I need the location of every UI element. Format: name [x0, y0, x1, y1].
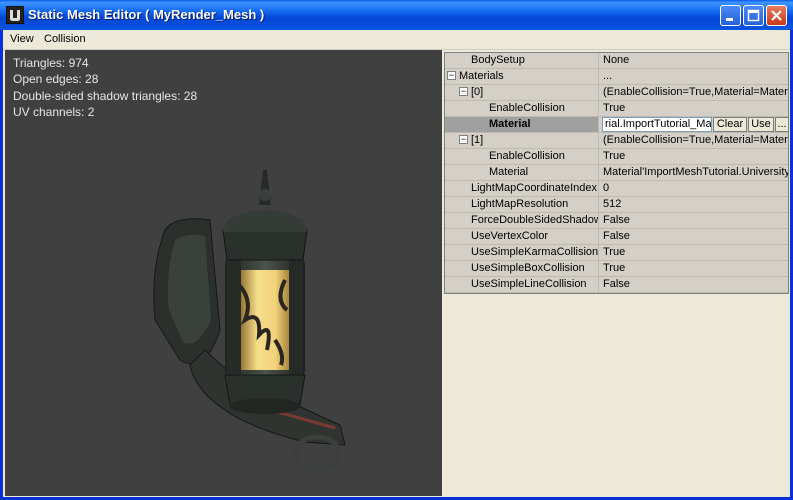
property-value[interactable]: True — [600, 261, 788, 276]
properties-panel: BodySetup None − Materials... − [0] (EnableCol… — [442, 50, 790, 496]
property-name-label: BodySetup — [471, 54, 525, 66]
property-name: UseVertexColor — [445, 229, 599, 244]
property-name-label: EnableCollision — [489, 150, 565, 162]
property-name: LightMapCoordinateIndex — [445, 181, 599, 196]
property-row[interactable]: ForceDoubleSidedShadow... False — [445, 213, 788, 229]
property-value[interactable]: True — [600, 149, 788, 164]
property-value[interactable]: False — [600, 277, 788, 292]
property-value[interactable]: None — [600, 53, 788, 68]
property-name-label: LightMapResolution — [471, 198, 569, 210]
stat-triangles: Triangles: 974 — [13, 56, 89, 70]
stat-uv-channels: UV channels: 2 — [13, 104, 95, 119]
property-row[interactable]: EnableCollision True — [445, 101, 788, 117]
stat-double-sided-shadow: Double-sided shadow triangles: 28 — [13, 88, 198, 103]
property-name: − Materials — [445, 69, 599, 84]
property-value[interactable]: False — [600, 229, 788, 244]
property-name: UseSimpleKarmaCollision — [445, 245, 599, 260]
property-row[interactable]: − [0] (EnableCollision=True,Material=Mater… — [445, 85, 788, 101]
property-name: UseSimpleBoxCollision — [445, 261, 599, 276]
static-mesh-editor-window: Static Mesh Editor ( MyRender_Mesh ) Vie… — [0, 0, 793, 500]
stat-open-edges: Open edges: 28 — [13, 72, 99, 87]
property-value[interactable]: ... — [600, 69, 788, 84]
property-name-label: Materials — [459, 70, 504, 82]
property-value[interactable]: Material'ImportMeshTutorial.University..… — [600, 165, 788, 180]
property-value[interactable]: True — [600, 245, 788, 260]
collapse-icon[interactable]: − — [447, 70, 456, 80]
mesh-stats: Triangles: 974 Open edges: 28 Double-sid… — [13, 55, 197, 120]
property-name-label: UseVertexColor — [471, 230, 549, 242]
property-name: − [0] — [445, 85, 599, 100]
property-row[interactable]: UseSimpleLineCollision False — [445, 277, 788, 293]
collapse-icon[interactable]: − — [459, 134, 468, 144]
close-button[interactable] — [766, 5, 787, 26]
property-value[interactable]: 0 — [600, 181, 788, 196]
property-name-label: UseSimpleBoxCollision — [471, 262, 585, 274]
property-name-label: UseSimpleKarmaCollision — [471, 246, 599, 258]
property-row[interactable]: LightMapCoordinateIndex 0 — [445, 181, 788, 197]
property-value[interactable]: True — [600, 101, 788, 116]
property-value[interactable]: False — [600, 213, 788, 228]
property-name: Material — [445, 165, 599, 180]
close-icon — [771, 10, 782, 21]
property-name: UseSimpleLineCollision — [445, 277, 599, 292]
collapse-icon[interactable]: − — [459, 86, 468, 96]
property-value[interactable]: (EnableCollision=True,Material=Materi... — [600, 85, 788, 100]
property-name: ForceDoubleSidedShadow... — [445, 213, 599, 228]
property-name: LightMapResolution — [445, 197, 599, 212]
property-row[interactable]: UseSimpleKarmaCollision True — [445, 245, 788, 261]
property-row[interactable]: − [1] (EnableCollision=True,Material=Mater… — [445, 133, 788, 149]
property-grid: BodySetup None − Materials... − [0] (EnableCol… — [444, 52, 789, 294]
property-name-label: Material — [489, 166, 529, 178]
property-name-label: LightMapCoordinateIndex — [471, 182, 597, 194]
minimize-icon — [726, 18, 733, 21]
property-row[interactable]: EnableCollision True — [445, 149, 788, 165]
property-name-label: Material — [489, 118, 531, 130]
property-row[interactable]: Material Material'ImportMeshTutorial.Univ… — [445, 165, 788, 181]
property-name-label: [0] — [471, 86, 484, 98]
menu-collision[interactable]: Collision — [44, 33, 86, 45]
browse-button[interactable]: ... — [775, 117, 788, 132]
property-name: BodySetup — [445, 53, 599, 68]
property-name: EnableCollision — [445, 101, 599, 116]
property-row[interactable]: LightMapResolution 512 — [445, 197, 788, 213]
menu-bar: View Collision — [3, 30, 790, 50]
maximize-icon — [747, 9, 760, 22]
window-title: Static Mesh Editor ( MyRender_Mesh ) — [28, 7, 265, 22]
property-name-label: [1] — [471, 134, 484, 146]
property-row[interactable]: Material rial.ImportTutorial_Mat' Clear Use… — [445, 117, 788, 133]
title-bar[interactable]: Static Mesh Editor ( MyRender_Mesh ) — [0, 0, 793, 30]
property-name: Material — [445, 117, 599, 132]
property-row[interactable]: UseVertexColor False — [445, 229, 788, 245]
property-name-label: ForceDoubleSidedShadow... — [471, 214, 599, 226]
property-row[interactable]: BodySetup None — [445, 53, 788, 69]
property-name-label: UseSimpleLineCollision — [471, 278, 587, 290]
unreal-app-icon — [6, 6, 24, 24]
clear-button[interactable]: Clear — [713, 117, 747, 132]
use-button[interactable]: Use — [748, 117, 774, 132]
maximize-button[interactable] — [743, 5, 764, 26]
property-row[interactable]: UseSimpleBoxCollision True — [445, 261, 788, 277]
minimize-button[interactable] — [720, 5, 741, 26]
property-value[interactable]: 512 — [600, 197, 788, 212]
mesh-viewport[interactable]: Triangles: 974 Open edges: 28 Double-sid… — [5, 50, 442, 496]
material-edit-field[interactable]: rial.ImportTutorial_Mat' — [602, 117, 712, 132]
menu-view[interactable]: View — [10, 33, 34, 45]
property-name: EnableCollision — [445, 149, 599, 164]
lantern-mesh-render — [153, 170, 346, 472]
property-row[interactable]: − Materials... — [445, 69, 788, 85]
property-name-label: EnableCollision — [489, 102, 565, 114]
property-value[interactable]: (EnableCollision=True,Material=Materi... — [600, 133, 788, 148]
property-name: − [1] — [445, 133, 599, 148]
